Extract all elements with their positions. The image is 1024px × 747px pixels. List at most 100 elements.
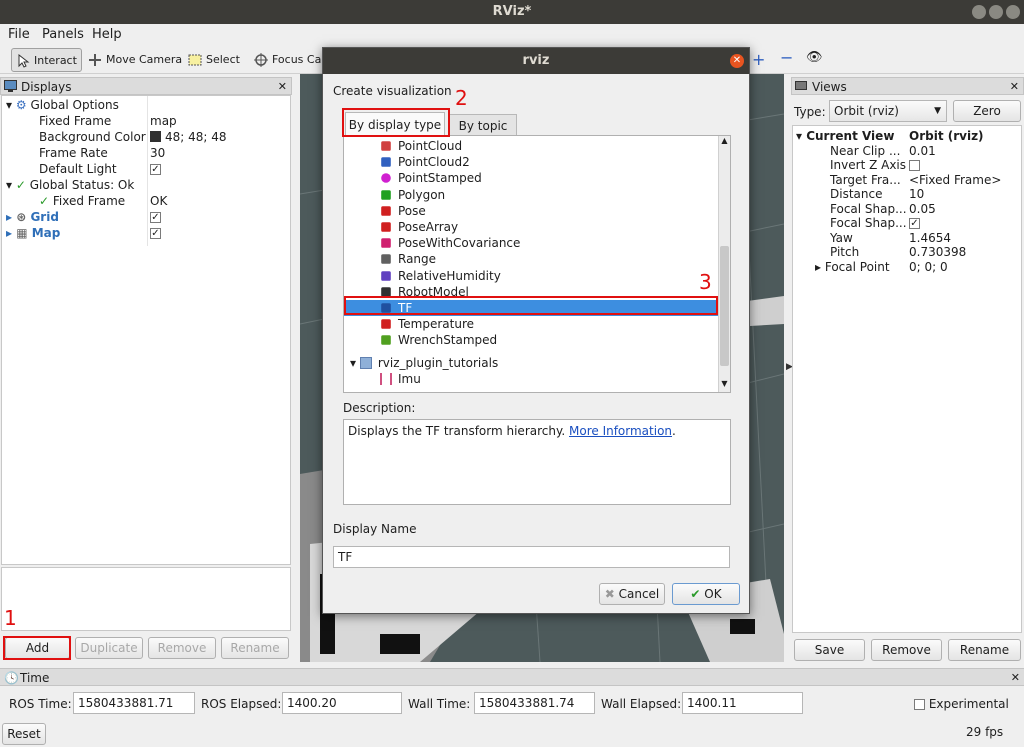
current-view-row[interactable]: ▾ Current View	[796, 128, 894, 144]
fixed-frame-value[interactable]: map	[150, 113, 177, 129]
list-item-posewithcovariance[interactable]: PoseWithCovariance	[380, 235, 520, 251]
map-display-row[interactable]: ▸ ▦ Map	[6, 225, 60, 241]
fps-readout: 29 fps	[966, 725, 1004, 739]
window-title-bar: RViz*	[0, 0, 1024, 24]
list-item-range[interactable]: Range	[380, 251, 436, 267]
close-icon[interactable]: ✕	[1011, 669, 1020, 687]
select-icon	[188, 54, 202, 66]
duplicate-button[interactable]: Duplicate	[75, 637, 143, 659]
menu-file[interactable]: File	[8, 27, 30, 42]
rename-view-button[interactable]: Rename	[948, 639, 1021, 661]
menu-help[interactable]: Help	[92, 27, 122, 42]
list-item-relativehumidity[interactable]: RelativeHumidity	[380, 268, 501, 284]
distance-value[interactable]: 10	[909, 186, 924, 202]
list-item-polygon[interactable]: Polygon	[380, 187, 445, 203]
menu-panels[interactable]: Panels	[42, 27, 84, 42]
frame-rate-value[interactable]: 30	[150, 145, 165, 161]
list-item-pose[interactable]: Pose	[380, 203, 426, 219]
default-light-checkbox[interactable]: ✓	[150, 161, 161, 177]
ok-check-icon: ✔	[690, 587, 701, 601]
fixed-frame-label: Fixed Frame	[39, 114, 112, 128]
view-type-label: Type:	[794, 105, 826, 119]
reset-button[interactable]: Reset	[2, 723, 46, 745]
experimental-checkbox[interactable]: Experimental	[914, 697, 1009, 711]
wrench-icon	[381, 335, 391, 346]
folder-icon	[359, 357, 372, 369]
ros-time-field[interactable]: 1580433881.71	[73, 692, 195, 714]
frame-rate-label: Frame Rate	[39, 146, 108, 160]
list-item-wrenchstamped[interactable]: WrenchStamped	[380, 332, 497, 348]
list-item-pointcloud2[interactable]: PointCloud2	[380, 154, 470, 170]
rename-display-button[interactable]: Rename	[221, 637, 289, 659]
dialog-title: rviz	[522, 53, 550, 68]
invert-z-label: Invert Z Axis	[830, 158, 907, 172]
invert-z-checkbox[interactable]	[909, 157, 920, 173]
eye-icon[interactable]: 👁	[806, 50, 823, 65]
wall-elapsed-field[interactable]: 1400.11	[682, 692, 803, 714]
remove-display-button[interactable]: Remove	[148, 637, 216, 659]
view-type-select[interactable]: Orbit (rviz) ▼	[829, 100, 947, 122]
wall-time-field[interactable]: 1580433881.74	[474, 692, 595, 714]
annotation-step-2: 2	[455, 86, 468, 110]
plugin-group-row[interactable]: ▾ rviz_plugin_tutorials	[350, 355, 498, 371]
list-item-temperature[interactable]: Temperature	[380, 316, 474, 332]
status-fixed-frame-label: ✓ Fixed Frame	[39, 194, 126, 208]
tab-by-topic[interactable]: By topic	[449, 114, 517, 136]
zero-button[interactable]: Zero	[953, 100, 1021, 122]
clock-icon: 🕓	[4, 671, 19, 685]
move-camera-tool[interactable]: Move Camera	[84, 48, 186, 72]
global-status-row[interactable]: ▾ ✓ Global Status: Ok	[6, 177, 134, 193]
focal-point-row[interactable]: ▸ Focal Point	[815, 259, 890, 275]
close-icon[interactable]: ✕	[730, 54, 744, 68]
focal-point-value[interactable]: 0; 0; 0	[909, 259, 948, 275]
add-tool-icon[interactable]: +	[752, 50, 765, 69]
list-item-posearray[interactable]: PoseArray	[380, 219, 458, 235]
cursor-icon	[18, 54, 30, 68]
view-properties-tree: ▾ Current View Orbit (rviz) Near Clip ..…	[792, 125, 1022, 633]
remove-view-button[interactable]: Remove	[871, 639, 942, 661]
displays-panel: Displays ✕ ▾ ⚙ Global Options Fixed Fram…	[0, 77, 292, 663]
grid-enabled-checkbox[interactable]: ✓	[150, 209, 161, 225]
ros-elapsed-field[interactable]: 1400.20	[282, 692, 402, 714]
scroll-down-icon[interactable]: ▼	[719, 379, 730, 391]
scrollbar-thumb[interactable]	[720, 246, 729, 366]
list-item-pointcloud[interactable]: PointCloud	[380, 138, 462, 154]
bg-color-value[interactable]: 48; 48; 48	[150, 129, 227, 145]
scroll-up-icon[interactable]: ▲	[719, 136, 730, 148]
list-item-pointstamped[interactable]: PointStamped	[380, 170, 482, 186]
display-type-list[interactable]: PointCloud PointCloud2 PointStamped Polygon…	[343, 135, 731, 393]
close-icon[interactable]: ✕	[278, 78, 287, 96]
map-enabled-checkbox[interactable]: ✓	[150, 225, 161, 241]
list-scrollbar[interactable]: ▲ ▼	[718, 136, 730, 392]
interact-label: Interact	[34, 54, 77, 67]
global-options-row[interactable]: ▾ ⚙ Global Options	[6, 97, 119, 113]
minimize-button[interactable]	[972, 5, 986, 19]
point-icon	[381, 173, 391, 184]
create-visualization-label: Create visualization	[333, 84, 452, 98]
remove-tool-icon[interactable]: −	[780, 48, 793, 67]
select-tool[interactable]: Select	[184, 48, 244, 72]
close-window-button[interactable]	[1006, 5, 1020, 19]
description-text: Displays the TF transform hierarchy.	[348, 424, 569, 438]
dialog-title-bar: rviz ✕	[323, 48, 749, 74]
grid-display-row[interactable]: ▸ ⊛ Grid	[6, 209, 59, 225]
annotation-step-3: 3	[699, 270, 712, 294]
save-view-button[interactable]: Save	[794, 639, 865, 661]
displays-title: Displays	[21, 80, 72, 94]
cancel-button[interactable]: ✖ Cancel	[599, 583, 665, 605]
pitch-value[interactable]: 0.730398	[909, 244, 966, 260]
displays-tree: ▾ ⚙ Global Options Fixed Frame map Backg…	[1, 95, 291, 565]
time-title: Time	[20, 671, 50, 685]
display-name-input[interactable]: TF	[333, 546, 730, 568]
focal-shape-fixed-checkbox[interactable]: ✓	[909, 215, 920, 231]
annotation-box-tf-item	[344, 296, 718, 315]
close-icon[interactable]: ✕	[1010, 78, 1019, 96]
ok-button[interactable]: ✔ OK	[672, 583, 740, 605]
focal-shape-fixed-label: Focal Shap...	[830, 216, 907, 230]
interact-tool[interactable]: Interact	[11, 48, 82, 72]
more-information-link[interactable]: More Information	[569, 424, 672, 438]
list-item-imu[interactable]: Imu	[380, 371, 421, 387]
polygon-icon	[381, 189, 391, 200]
maximize-button[interactable]	[989, 5, 1003, 19]
display-description-area	[1, 567, 291, 631]
